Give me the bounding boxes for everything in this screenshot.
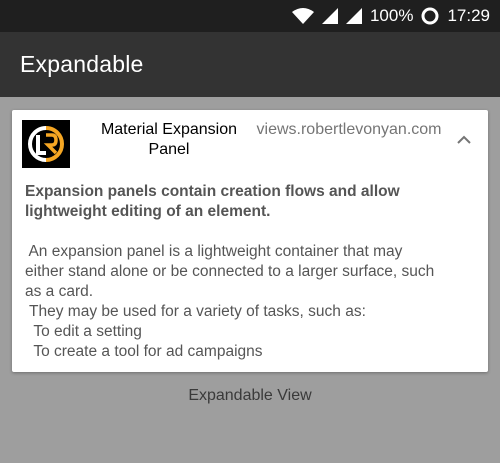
wifi-icon bbox=[291, 8, 314, 24]
panel-subtitle: views.robertlevonyan.com bbox=[256, 121, 442, 138]
chevron-up-icon[interactable] bbox=[452, 128, 476, 152]
app-bar: Expandable bbox=[0, 32, 500, 97]
page-title: Expandable bbox=[20, 51, 144, 77]
expandable-view-label: Expandable View bbox=[188, 387, 312, 404]
signal-icon bbox=[321, 8, 338, 24]
panel-body: An expansion panel is a lightweight cont… bbox=[25, 242, 485, 362]
panel-summary: Expansion panels contain creation flows … bbox=[25, 183, 400, 220]
panel-body-line: either stand alone or be connected to a … bbox=[25, 263, 435, 280]
panel-body-line: To edit a setting bbox=[25, 323, 142, 340]
panel-body-line: as a card. bbox=[25, 283, 94, 300]
panel-title: Material Expansion Panel bbox=[100, 121, 238, 158]
status-bar: 100% 17:29 bbox=[0, 0, 500, 32]
battery-percent: 100% bbox=[369, 6, 414, 25]
expansion-panel[interactable]: Material Expansion Panel views.robertlev… bbox=[12, 110, 488, 372]
status-icons: 100% 17:29 bbox=[291, 0, 490, 32]
panel-body-line: An expansion panel is a lightweight cont… bbox=[25, 243, 403, 260]
clock: 17:29 bbox=[447, 6, 490, 25]
signal-icon bbox=[345, 8, 362, 24]
panel-body-line: To create a tool for ad campaigns bbox=[25, 343, 263, 360]
lr-logo-icon bbox=[22, 120, 70, 168]
battery-circle-icon bbox=[421, 7, 439, 25]
panel-body-line: They may be used for a variety of tasks,… bbox=[25, 303, 366, 320]
